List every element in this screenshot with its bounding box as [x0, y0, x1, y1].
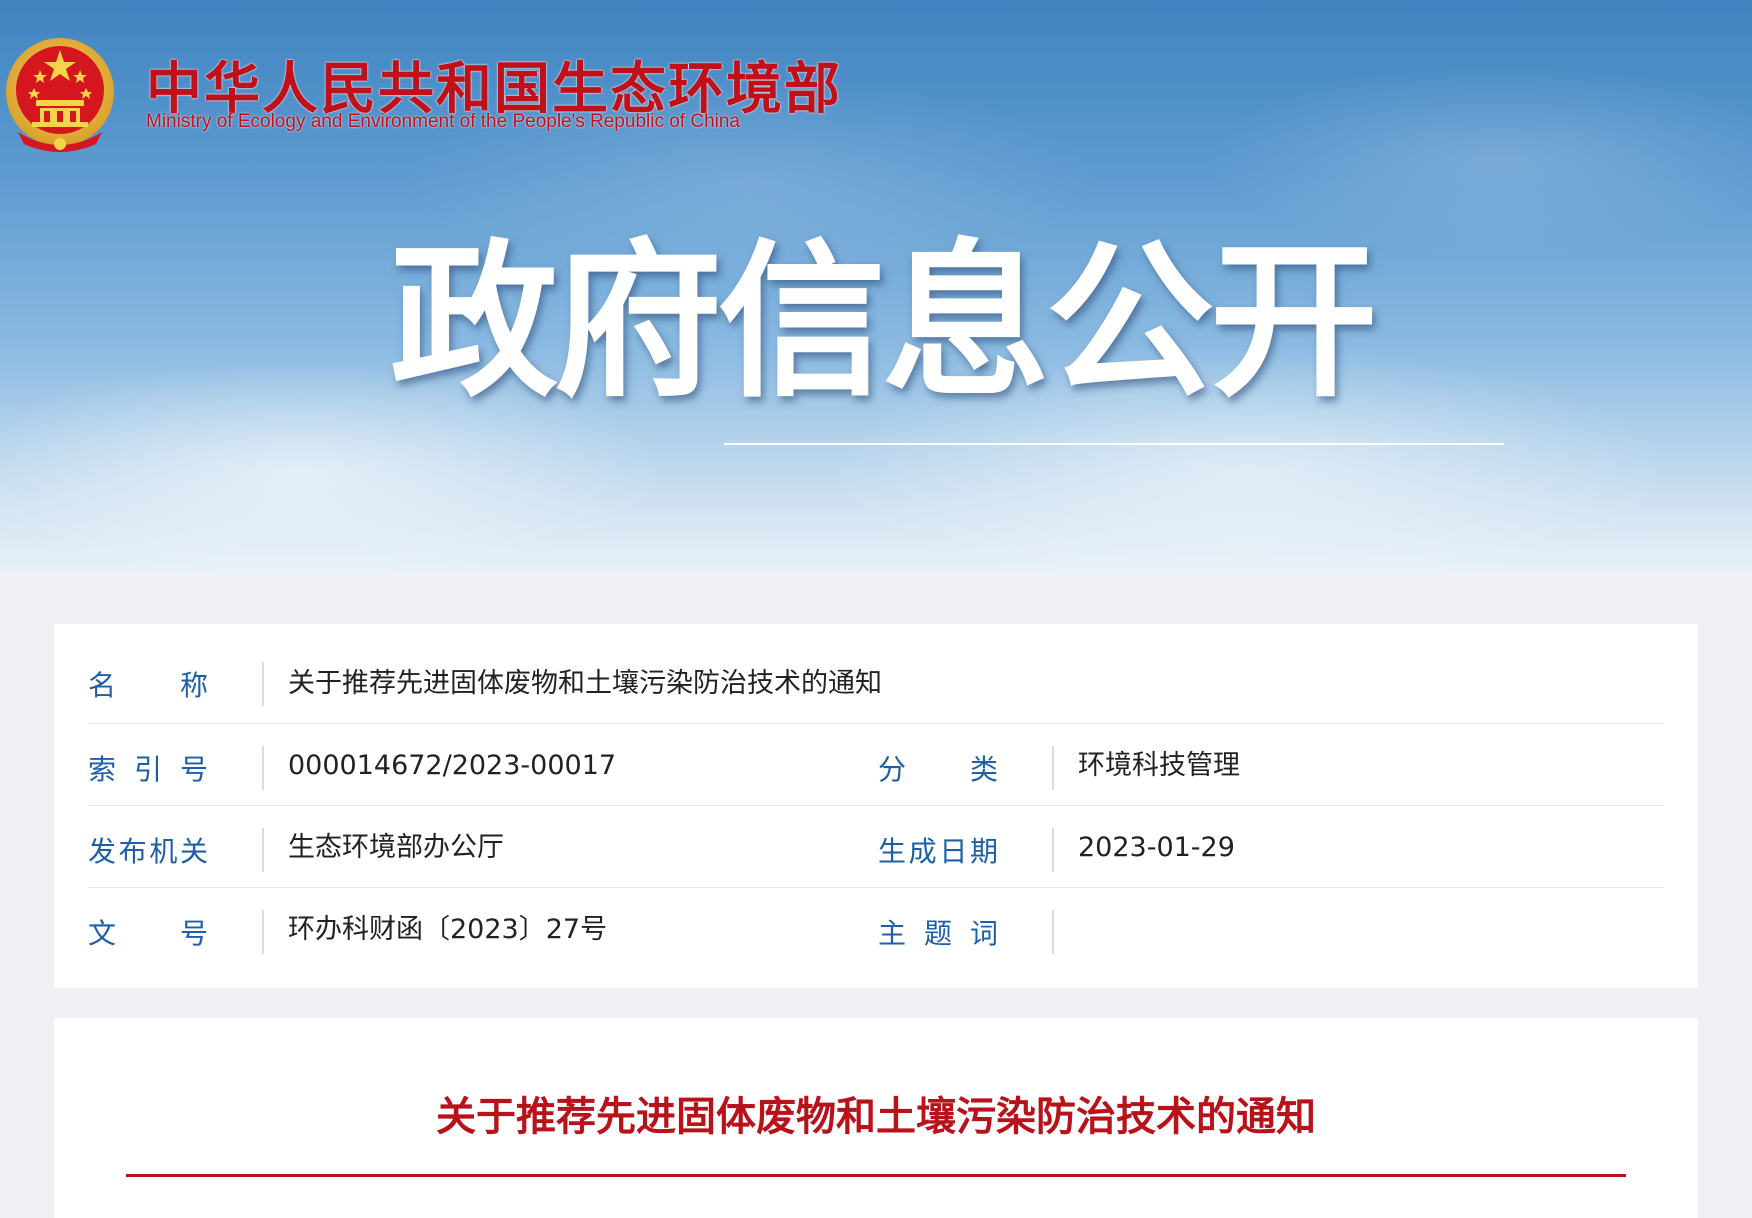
- category-value: 环境科技管理: [1078, 750, 1240, 781]
- banner-underline: [724, 443, 1504, 445]
- national-emblem-icon: [6, 38, 114, 152]
- header-banner: 中华人民共和国生态环境部 Ministry of Ecology and Env…: [0, 0, 1752, 572]
- issuer-value: 生态环境部办公厅: [288, 832, 504, 863]
- keywords-label: 主题词: [878, 917, 998, 950]
- meta-row-index: 索引号 000014672/2023-00017 分类 环境科技管理: [88, 724, 1664, 806]
- index-label: 索引号: [88, 753, 208, 786]
- document-metadata-card: 名称 关于推荐先进固体废物和土壤污染防治技术的通知 索引号 000014672/…: [54, 624, 1698, 988]
- name-label: 名称: [88, 669, 208, 702]
- index-value: 000014672/2023-00017: [288, 750, 617, 781]
- org-name-en: Ministry of Ecology and Environment of t…: [146, 111, 741, 132]
- document-title: 关于推荐先进固体废物和土壤污染防治技术的通知: [436, 1094, 1316, 1140]
- title-divider: [126, 1174, 1626, 1177]
- meta-row-name: 名称 关于推荐先进固体废物和土壤污染防治技术的通知: [88, 624, 1664, 724]
- docno-value: 环办科财函〔2023〕27号: [288, 914, 608, 945]
- meta-row-docno: 文号 环办科财函〔2023〕27号 主题词: [88, 888, 1664, 970]
- separator: [262, 746, 264, 790]
- separator: [262, 828, 264, 872]
- separator: [262, 662, 264, 706]
- separator: [1052, 828, 1054, 872]
- banner-title: 政府信息公开: [390, 224, 1378, 420]
- category-label: 分类: [878, 753, 998, 786]
- docno-label: 文号: [88, 917, 208, 950]
- document-body-card: 关于推荐先进固体废物和土壤污染防治技术的通知: [54, 1018, 1698, 1218]
- separator: [1052, 910, 1054, 954]
- meta-row-issuer: 发布机关 生态环境部办公厅 生成日期 2023-01-29: [88, 806, 1664, 888]
- date-label: 生成日期: [878, 835, 998, 868]
- date-value: 2023-01-29: [1078, 832, 1235, 863]
- name-value: 关于推荐先进固体废物和土壤污染防治技术的通知: [288, 668, 882, 699]
- separator: [262, 910, 264, 954]
- issuer-label: 发布机关: [88, 835, 208, 868]
- separator: [1052, 746, 1054, 790]
